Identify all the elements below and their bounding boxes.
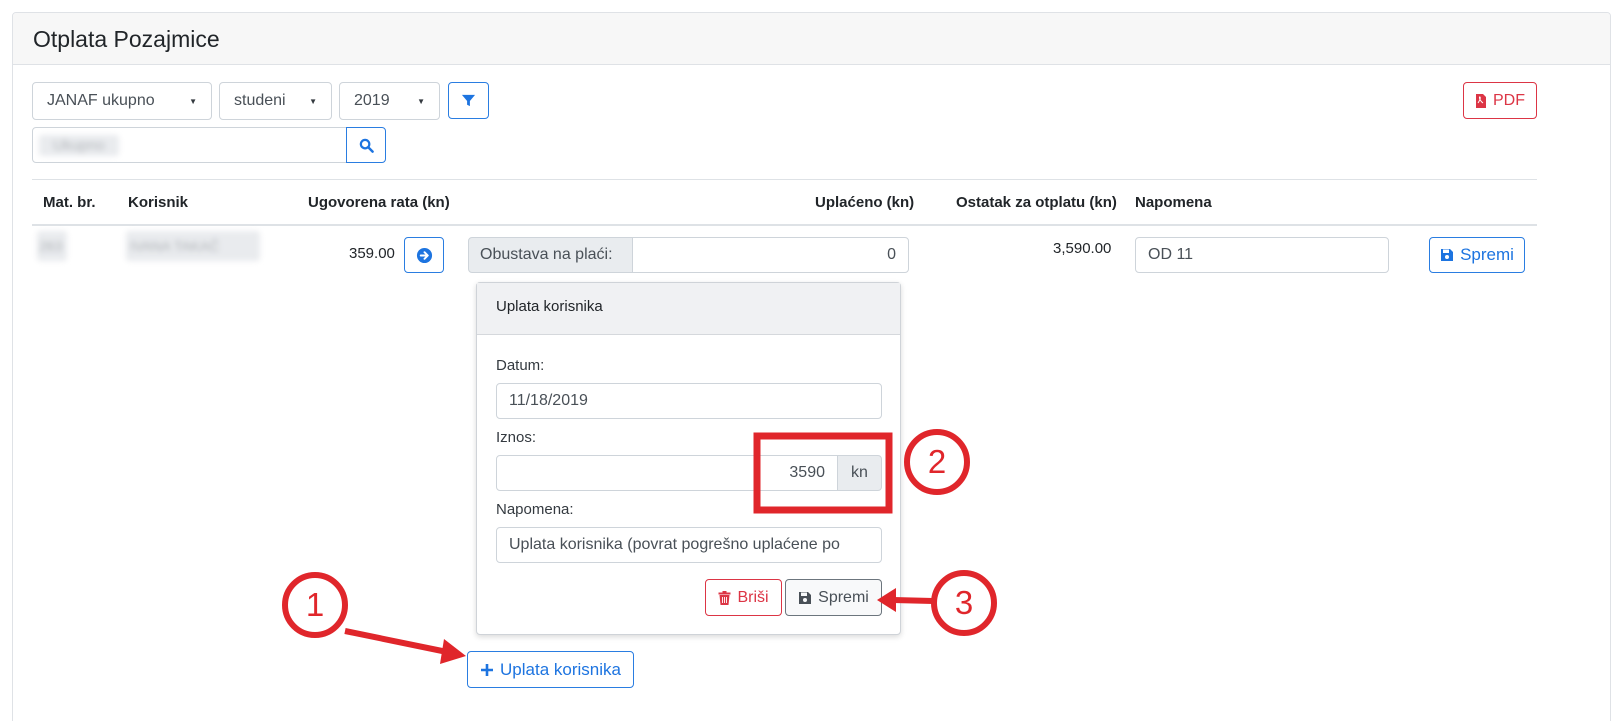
annotation-number-2: 2 — [927, 443, 947, 480]
annotation-circle-1: 1 — [282, 572, 348, 638]
annotation-arrow-1 — [344, 628, 453, 656]
annotation-arrow-3 — [892, 597, 934, 604]
annotation-arrows — [344, 432, 934, 664]
annotation-number-1: 1 — [305, 586, 325, 623]
annotation-circle-3: 3 — [931, 570, 997, 636]
annotation-highlight-box — [753, 432, 893, 514]
annotation-arrowhead-1 — [440, 639, 466, 664]
annotation-arrowhead-3 — [877, 588, 896, 612]
annotation-number-3: 3 — [954, 584, 974, 621]
annotation-circle-2: 2 — [904, 429, 970, 495]
